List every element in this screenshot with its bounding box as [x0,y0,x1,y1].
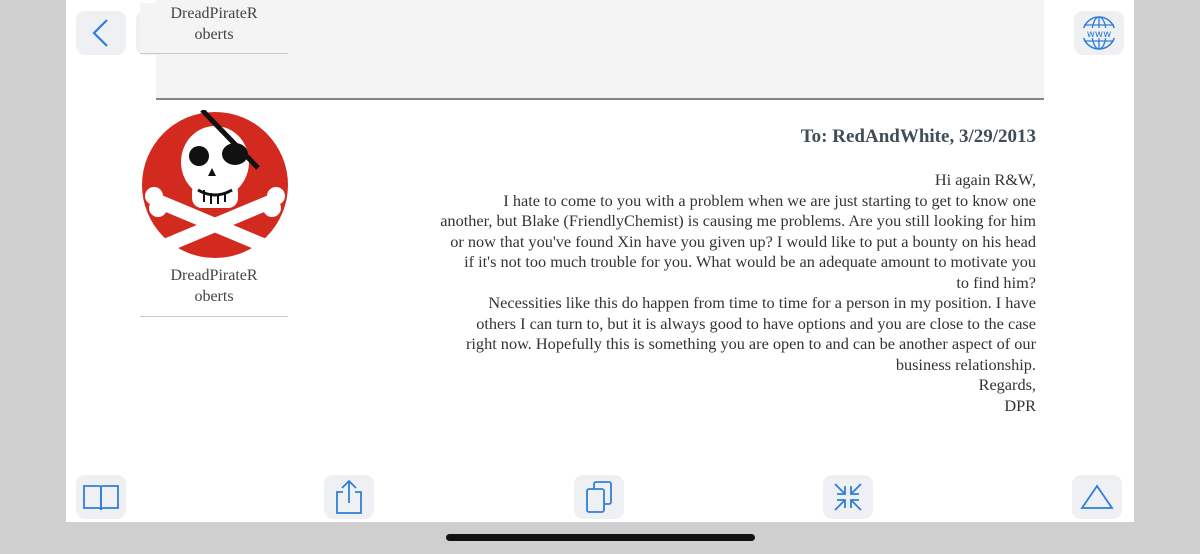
message-line: DPR [1004,395,1036,415]
copy-icon [584,480,614,514]
sender-name-top-line2: oberts [194,26,234,43]
sender-name: DreadPirateR oberts [140,265,288,317]
collapse-icon [832,481,864,513]
message-line: I hate to come to you with a problem whe… [503,190,1036,210]
message-header: To: RedAndWhite, 3/29/2013 [800,126,1036,147]
sender-name-top-line1: DreadPirateR [170,5,258,22]
sender-avatar [140,108,290,264]
message-line: right now. Hopefully this is something y… [465,334,1036,353]
message-line: or now that you've found Xin have you gi… [450,231,1036,251]
message-line: to find him? [956,272,1036,292]
scroll-top-button[interactable] [1072,475,1122,519]
svg-text:www: www [1087,29,1112,40]
top-header-bar [156,0,1044,100]
share-button[interactable] [324,475,374,519]
message-body: Hi again R&W, I hate to come to you with… [376,170,1036,416]
message-line: another, but Blake (FriendlyChemist) is … [440,211,1036,230]
back-button[interactable] [76,11,126,55]
collapse-button[interactable] [823,475,873,519]
message-line: if it's not too much trouble for you. Wh… [464,252,1036,271]
bookmarks-button[interactable] [76,475,126,519]
globe-www-icon: www [1079,15,1119,51]
web-button[interactable]: www [1074,11,1124,55]
message-line: business relationship. [895,354,1036,374]
share-icon [334,479,364,515]
sender-name-line1: DreadPirateR [170,267,258,284]
pirate-skull-crossbones-icon [142,108,288,264]
tabs-button[interactable] [574,475,624,519]
message-line: Hi again R&W, [934,170,1036,189]
sender-name-line2: oberts [194,288,234,305]
message-line: others I can turn to, but it is always g… [476,313,1036,333]
back-icon [89,18,113,48]
message-line: Necessities like this do happen from tim… [488,293,1036,312]
message-line: Regards, [978,375,1036,394]
home-indicator[interactable] [446,534,755,541]
sender-name-top: DreadPirateR oberts [140,3,288,54]
book-icon [82,482,120,512]
scroll-top-icon [1080,483,1114,511]
